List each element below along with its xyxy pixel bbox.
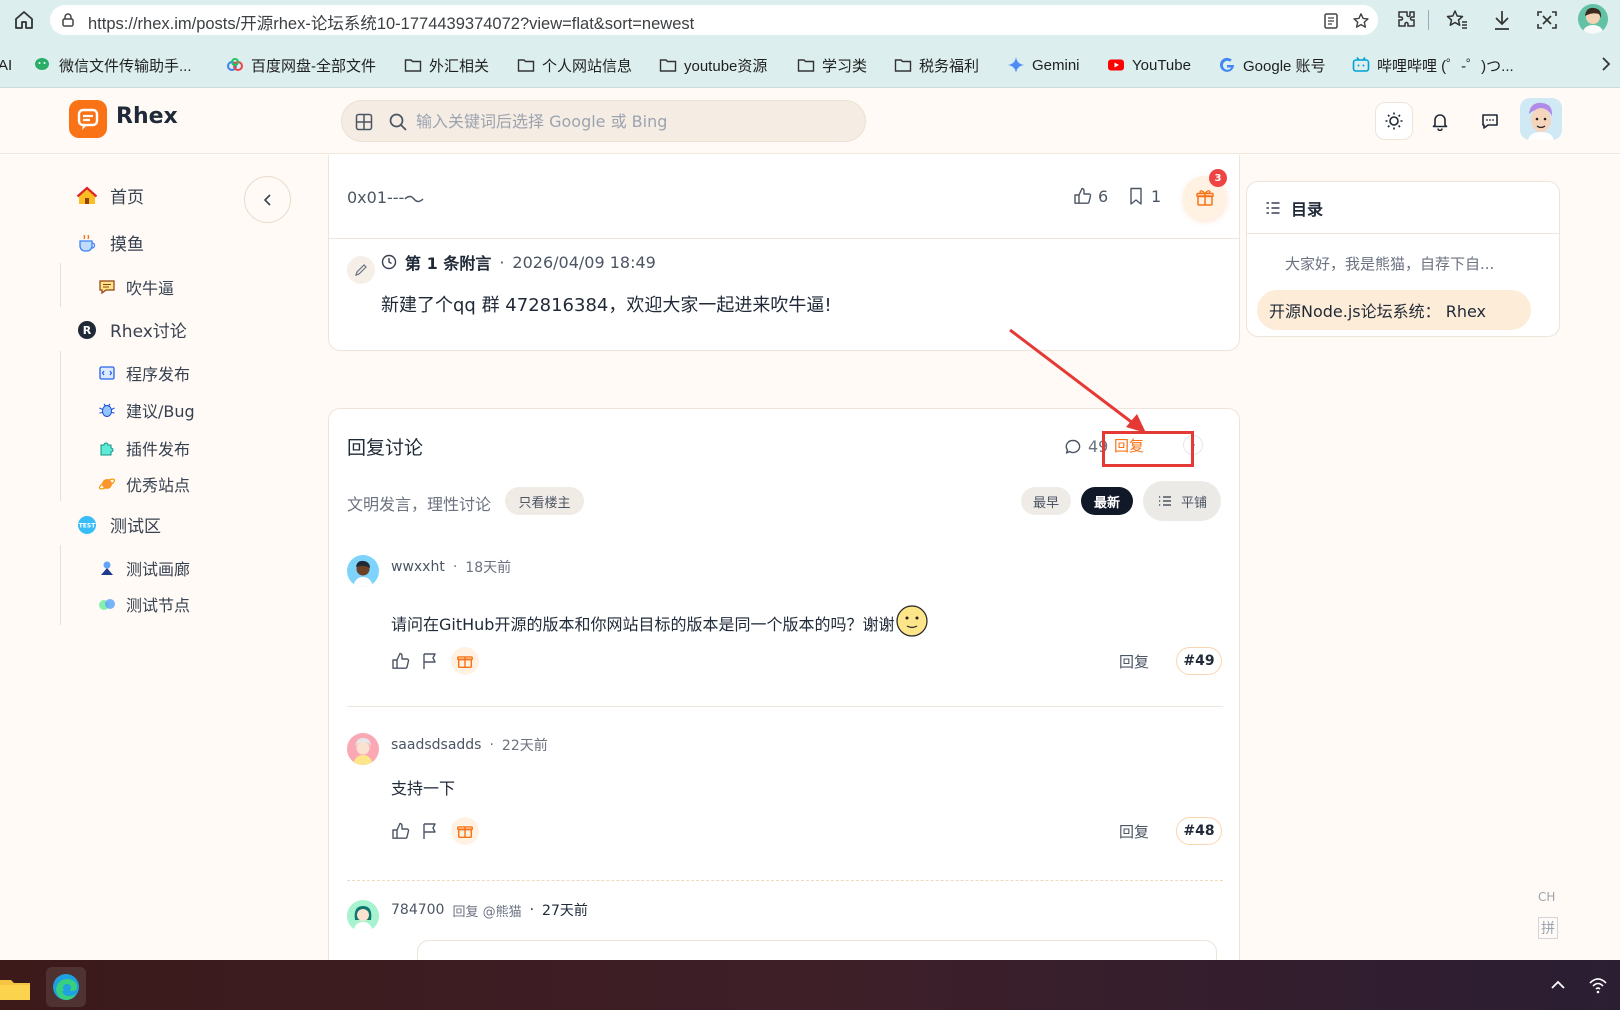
annotation-arrow [1009,328,1146,433]
wifi-icon[interactable] [1588,976,1608,994]
chevron-up-icon[interactable] [1550,978,1566,992]
annotation-highlight-box [1102,431,1194,467]
taskbar [0,960,1620,1010]
file-explorer-icon[interactable] [0,968,34,1006]
edge-browser-icon[interactable] [46,967,86,1007]
